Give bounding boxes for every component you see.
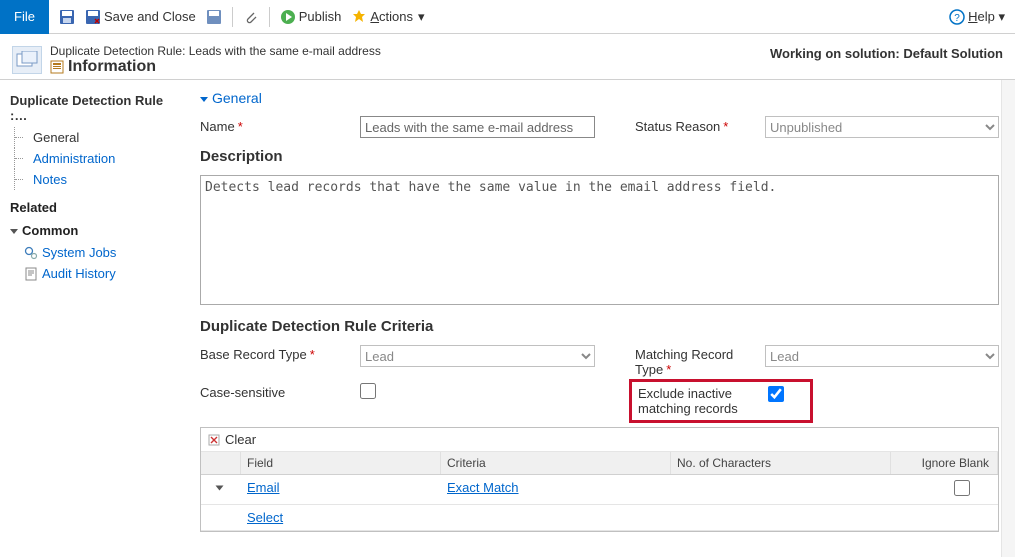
help-icon: ?	[949, 9, 965, 25]
ignore-blank-checkbox[interactable]	[954, 480, 970, 496]
sidebar-title: Duplicate Detection Rule :…	[4, 89, 190, 127]
base-record-type-label: Base Record Type*	[200, 345, 360, 362]
save-close-label: Save and Close	[104, 9, 196, 24]
scrollbar[interactable]	[1001, 80, 1015, 557]
publish-icon	[280, 9, 296, 25]
exclude-inactive-checkbox[interactable]	[768, 386, 784, 402]
gears-icon	[24, 246, 38, 260]
description-textarea[interactable]: Detects lead records that have the same …	[200, 175, 999, 305]
ribbon-toolbar: File Save and Close Publish Actions ▾	[0, 0, 1015, 34]
status-reason-label: Status Reason*	[635, 116, 765, 134]
case-sensitive-label: Case-sensitive	[200, 383, 360, 400]
page-title: Information	[50, 58, 381, 76]
svg-text:?: ?	[954, 13, 960, 24]
nav-item-notes[interactable]: Notes	[14, 169, 190, 190]
select-field-link[interactable]: Select	[247, 510, 283, 525]
name-input[interactable]	[360, 116, 595, 138]
save-as-icon	[206, 9, 222, 25]
col-nchars: No. of Characters	[671, 452, 891, 474]
clear-icon	[207, 433, 221, 447]
save-button[interactable]	[59, 9, 75, 25]
save-as-button[interactable]	[206, 9, 222, 25]
save-close-button[interactable]: Save and Close	[85, 9, 196, 25]
field-cell[interactable]: Email	[247, 480, 280, 495]
attach-button[interactable]	[243, 9, 259, 25]
section-general[interactable]: General	[200, 88, 999, 116]
name-label: Name*	[200, 116, 360, 134]
common-heading[interactable]: Common	[4, 219, 190, 242]
description-label: Description	[200, 148, 999, 165]
save-icon	[59, 9, 75, 25]
col-ignore: Ignore Blank	[891, 452, 998, 474]
document-icon	[24, 267, 38, 281]
navigation-sidebar: Duplicate Detection Rule :… General Admi…	[0, 80, 190, 557]
page-subtitle: Duplicate Detection Rule: Leads with the…	[50, 44, 381, 58]
nav-item-general[interactable]: General	[14, 127, 190, 148]
paperclip-icon	[243, 9, 259, 25]
criteria-row: Email Exact Match	[201, 475, 998, 505]
criteria-grid: Clear Field Criteria No. of Characters I…	[200, 427, 999, 532]
file-menu[interactable]: File	[0, 0, 49, 34]
grid-header: Field Criteria No. of Characters Ignore …	[201, 452, 998, 475]
form-icon	[50, 60, 64, 74]
matching-record-type-label: Matching Record Type*	[635, 345, 765, 377]
col-criteria: Criteria	[441, 452, 671, 474]
actions-label: Actions	[370, 9, 413, 24]
nav-item-audit-history[interactable]: Audit History	[4, 263, 190, 284]
exclude-inactive-label: Exclude inactive matching records	[632, 386, 762, 416]
actions-menu[interactable]: Actions ▾	[351, 9, 424, 25]
nav-item-administration[interactable]: Administration	[14, 148, 190, 169]
publish-label: Publish	[299, 9, 342, 24]
related-heading: Related	[4, 190, 190, 219]
highlighted-option: Exclude inactive matching records	[629, 379, 813, 423]
publish-button[interactable]: Publish	[280, 9, 342, 25]
save-close-icon	[85, 9, 101, 25]
matching-record-type-select[interactable]: Lead	[765, 345, 999, 367]
criteria-cell[interactable]: Exact Match	[447, 480, 519, 495]
entity-icon	[12, 46, 42, 74]
nav-item-system-jobs[interactable]: System Jobs	[4, 242, 190, 263]
clear-button[interactable]: Clear	[201, 428, 998, 452]
ribbon-separator	[232, 7, 233, 27]
page-header: Duplicate Detection Rule: Leads with the…	[0, 34, 1015, 80]
actions-icon	[351, 9, 367, 25]
solution-status: Working on solution: Default Solution	[770, 46, 1003, 61]
col-field: Field	[241, 452, 441, 474]
criteria-heading: Duplicate Detection Rule Criteria	[200, 318, 999, 335]
chevron-down-icon[interactable]	[215, 486, 223, 491]
status-reason-select[interactable]: Unpublished	[765, 116, 999, 138]
criteria-row-new: Select	[201, 505, 998, 531]
ribbon-separator	[269, 7, 270, 27]
help-menu[interactable]: Help ▾	[968, 9, 1005, 25]
main-content: General Name* Status Reason* Unpublished…	[190, 80, 1015, 557]
base-record-type-select[interactable]: Lead	[360, 345, 595, 367]
case-sensitive-checkbox[interactable]	[360, 383, 376, 399]
